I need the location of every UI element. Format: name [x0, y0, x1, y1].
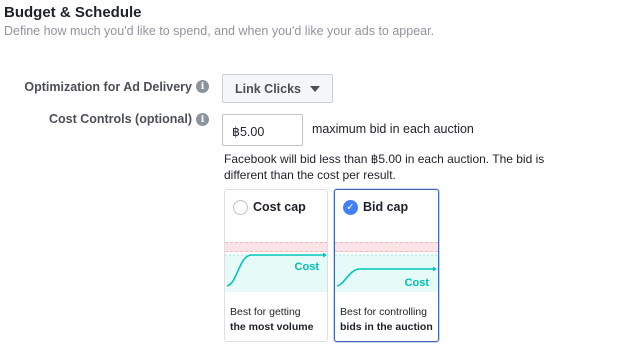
- optimization-dropdown-value: Link Clicks: [235, 82, 301, 96]
- bid-cap-desc-line2: bids in the auction: [340, 321, 433, 333]
- bid-cap-title: Bid cap: [363, 200, 409, 214]
- cost-cap-radio[interactable]: [233, 200, 248, 215]
- cost-cap-option[interactable]: Cost cap Cost Best for getting the most …: [224, 189, 328, 342]
- section-title: Budget & Schedule: [4, 4, 142, 21]
- bid-cap-option[interactable]: ✓ Bid cap Cost Best for controlling bids…: [334, 189, 439, 342]
- cost-cap-desc-line1: Best for getting: [230, 306, 301, 318]
- cost-cap-chart-label: Cost: [295, 261, 320, 273]
- info-icon[interactable]: i: [196, 113, 209, 126]
- optimization-dropdown[interactable]: Link Clicks: [222, 74, 333, 103]
- bid-cap-desc-line1: Best for controlling: [340, 306, 427, 318]
- bid-suffix-label: maximum bid in each auction: [312, 122, 474, 136]
- cost-cap-illustration: Cost: [225, 242, 327, 292]
- cost-cap-title: Cost cap: [253, 200, 306, 214]
- bid-cap-illustration: Cost: [335, 242, 438, 292]
- section-subtitle: Define how much you'd like to spend, and…: [4, 24, 435, 38]
- bid-note: Facebook will bid less than ฿5.00 in eac…: [224, 152, 545, 182]
- checkmark-icon[interactable]: ✓: [343, 200, 358, 215]
- bid-amount-input[interactable]: ฿5.00: [222, 114, 303, 146]
- info-icon[interactable]: i: [196, 80, 209, 93]
- optimization-label: Optimization for Ad Delivery: [24, 80, 192, 94]
- bid-cap-chart-label: Cost: [405, 277, 430, 289]
- chevron-down-icon: [310, 86, 320, 92]
- cost-cap-desc-line2: the most volume: [230, 321, 314, 333]
- cost-controls-label: Cost Controls (optional): [48, 112, 192, 126]
